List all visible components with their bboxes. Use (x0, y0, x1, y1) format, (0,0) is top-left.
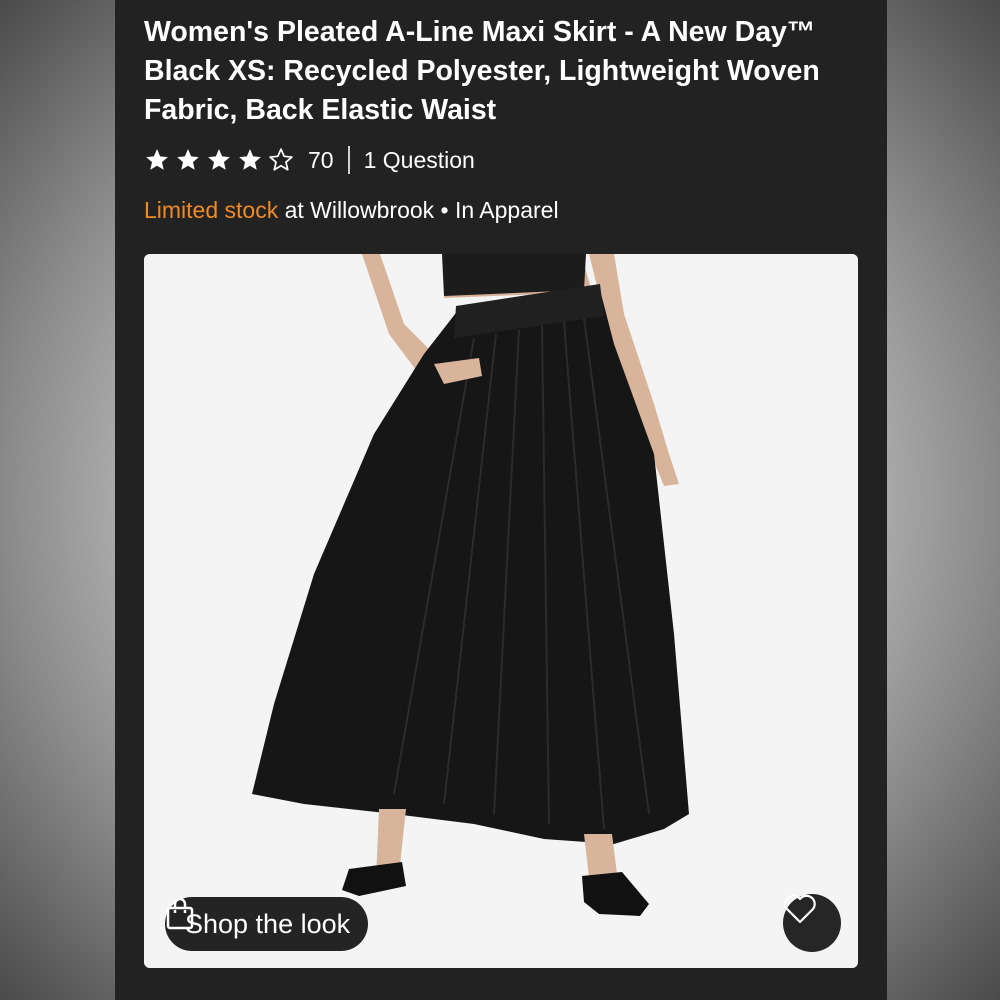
shop-the-look-button[interactable]: Shop the look (165, 897, 369, 951)
star-rating[interactable] (144, 147, 294, 173)
separator: • (434, 196, 455, 223)
department-label: In Apparel (455, 196, 559, 223)
shopping-bag-icon (166, 897, 194, 930)
star-filled-icon (146, 149, 168, 170)
star-filled-icon (239, 149, 261, 170)
heart-icon (784, 894, 816, 924)
stock-info: Limited stock at Willowbrook • In Appare… (144, 192, 559, 228)
rating-count[interactable]: 70 (308, 147, 334, 174)
product-title: Women's Pleated A-Line Maxi Skirt - A Ne… (144, 16, 820, 126)
favorite-button[interactable] (783, 894, 841, 952)
rating-row[interactable]: 70 1 Question (144, 142, 475, 178)
product-screen: Women's Pleated A-Line Maxi Skirt - A Ne… (115, 0, 887, 1000)
stock-status: Limited stock (144, 196, 279, 223)
questions-link[interactable]: 1 Question (364, 147, 475, 174)
skirt-photo (144, 254, 858, 968)
star-empty-icon (269, 148, 293, 171)
divider (347, 146, 350, 174)
shop-the-look-label: Shop the look (185, 908, 351, 939)
product-image[interactable]: Shop the look (144, 254, 858, 968)
star-filled-icon (177, 149, 199, 170)
star-filled-icon (208, 149, 230, 170)
store-name[interactable]: at Willowbrook (278, 197, 435, 224)
